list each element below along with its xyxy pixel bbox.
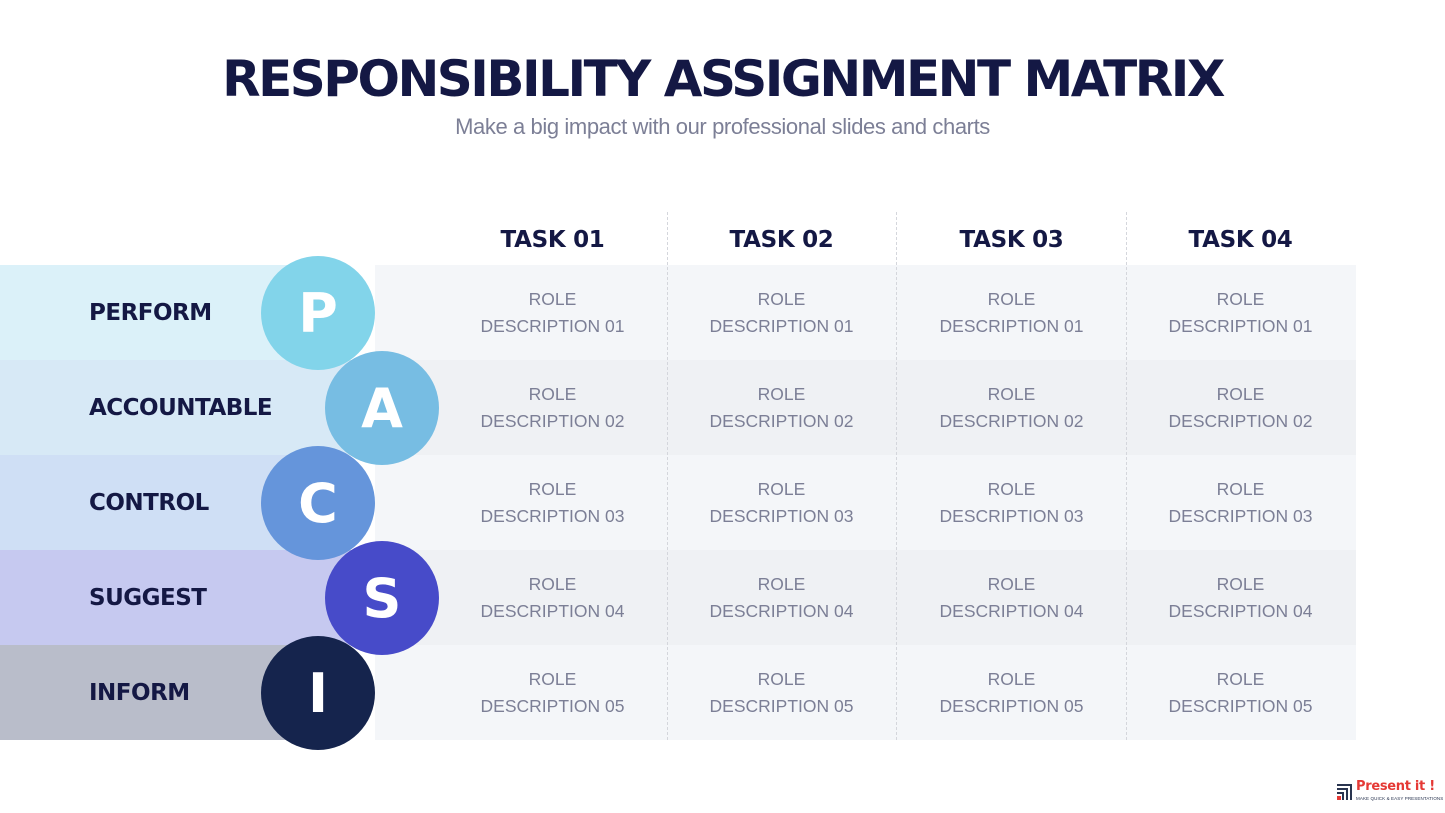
matrix-cell: ROLE DESCRIPTION 01 <box>667 265 896 360</box>
task-header: TASK 02 <box>729 227 834 253</box>
cell-line-1: ROLE <box>987 668 1036 689</box>
role-letter: A <box>361 376 403 440</box>
cell-line-2: DESCRIPTION 03 <box>480 505 625 526</box>
task-header: TASK 03 <box>959 227 1064 253</box>
cell-line-1: ROLE <box>528 288 577 309</box>
cell-line-1: ROLE <box>1216 573 1265 594</box>
matrix-cell: ROLE DESCRIPTION 02 <box>897 360 1126 455</box>
cell-line-1: ROLE <box>528 383 577 404</box>
role-letter: I <box>307 661 329 725</box>
role-label: SUGGEST <box>89 584 207 611</box>
cell-line-1: ROLE <box>528 573 577 594</box>
cell-line-2: DESCRIPTION 01 <box>709 315 854 336</box>
cell-line-2: DESCRIPTION 05 <box>1168 695 1313 716</box>
page-title: RESPONSIBILITY ASSIGNMENT MATRIX <box>222 50 1225 108</box>
matrix-cell: ROLE DESCRIPTION 01 <box>438 265 667 360</box>
cell-line-2: DESCRIPTION 03 <box>939 505 1084 526</box>
logo-name: Present it ! <box>1356 779 1435 794</box>
matrix-cell: ROLE DESCRIPTION 05 <box>667 645 896 740</box>
cell-line-1: ROLE <box>1216 288 1265 309</box>
cell-line-2: DESCRIPTION 01 <box>939 315 1084 336</box>
matrix-cell: ROLE DESCRIPTION 01 <box>1126 265 1355 360</box>
role-letter-circle-i: I <box>261 636 375 750</box>
cell-line-2: DESCRIPTION 01 <box>1168 315 1313 336</box>
page-subtitle: Make a big impact with our professional … <box>455 114 990 139</box>
cell-line-2: DESCRIPTION 05 <box>939 695 1084 716</box>
matrix-cell: ROLE DESCRIPTION 05 <box>897 645 1126 740</box>
matrix-cell: ROLE DESCRIPTION 03 <box>897 455 1126 550</box>
cell-line-1: ROLE <box>528 478 577 499</box>
brand-logo: Present it ! MAKE QUICK & EASY PRESENTAT… <box>1337 779 1443 805</box>
role-letter-circle-p: P <box>261 256 375 370</box>
matrix-cell: ROLE DESCRIPTION 03 <box>667 455 896 550</box>
cell-line-1: ROLE <box>528 668 577 689</box>
task-header: TASK 01 <box>500 227 605 253</box>
cell-line-2: DESCRIPTION 04 <box>1168 600 1313 621</box>
cell-line-1: ROLE <box>757 383 806 404</box>
cell-line-1: ROLE <box>987 383 1036 404</box>
matrix-cell: ROLE DESCRIPTION 03 <box>438 455 667 550</box>
role-letter: C <box>298 471 338 535</box>
cell-line-2: DESCRIPTION 02 <box>939 410 1084 431</box>
cell-line-1: ROLE <box>1216 478 1265 499</box>
role-letter-circle-a: A <box>325 351 439 465</box>
matrix-cell: ROLE DESCRIPTION 02 <box>667 360 896 455</box>
role-letter: P <box>298 281 338 345</box>
cell-line-1: ROLE <box>757 573 806 594</box>
matrix-cell: ROLE DESCRIPTION 04 <box>897 550 1126 645</box>
cell-line-2: DESCRIPTION 02 <box>709 410 854 431</box>
matrix-cell: ROLE DESCRIPTION 05 <box>438 645 667 740</box>
cell-line-2: DESCRIPTION 02 <box>1168 410 1313 431</box>
role-label: PERFORM <box>89 299 212 326</box>
cell-line-2: DESCRIPTION 01 <box>480 315 625 336</box>
cell-line-2: DESCRIPTION 03 <box>1168 505 1313 526</box>
cell-line-1: ROLE <box>987 478 1036 499</box>
logo-mark-icon <box>1337 784 1352 800</box>
cell-line-2: DESCRIPTION 04 <box>709 600 854 621</box>
cell-line-1: ROLE <box>1216 668 1265 689</box>
role-label: ACCOUNTABLE <box>89 394 273 421</box>
task-header: TASK 04 <box>1188 227 1293 253</box>
cell-line-2: DESCRIPTION 04 <box>480 600 625 621</box>
role-letter-circle-c: C <box>261 446 375 560</box>
role-letter: S <box>362 566 402 630</box>
logo-tagline: MAKE QUICK & EASY PRESENTATIONS <box>1356 796 1444 801</box>
cell-line-2: DESCRIPTION 02 <box>480 410 625 431</box>
cell-line-2: DESCRIPTION 04 <box>939 600 1084 621</box>
cell-line-2: DESCRIPTION 05 <box>709 695 854 716</box>
matrix-cell: ROLE DESCRIPTION 04 <box>438 550 667 645</box>
role-letter-circle-s: S <box>325 541 439 655</box>
cell-line-1: ROLE <box>757 668 806 689</box>
cell-line-1: ROLE <box>757 288 806 309</box>
matrix-cell: ROLE DESCRIPTION 04 <box>1126 550 1355 645</box>
cell-line-1: ROLE <box>987 288 1036 309</box>
role-label: CONTROL <box>89 489 209 516</box>
cell-line-1: ROLE <box>757 478 806 499</box>
matrix-cell: ROLE DESCRIPTION 02 <box>1126 360 1355 455</box>
matrix-cell: ROLE DESCRIPTION 03 <box>1126 455 1355 550</box>
cell-line-1: ROLE <box>987 573 1036 594</box>
matrix-cell: ROLE DESCRIPTION 02 <box>438 360 667 455</box>
matrix-cell: ROLE DESCRIPTION 04 <box>667 550 896 645</box>
cell-line-1: ROLE <box>1216 383 1265 404</box>
matrix-cell: ROLE DESCRIPTION 05 <box>1126 645 1355 740</box>
cell-line-2: DESCRIPTION 03 <box>709 505 854 526</box>
role-label: INFORM <box>89 679 190 706</box>
matrix-cell: ROLE DESCRIPTION 01 <box>897 265 1126 360</box>
cell-line-2: DESCRIPTION 05 <box>480 695 625 716</box>
